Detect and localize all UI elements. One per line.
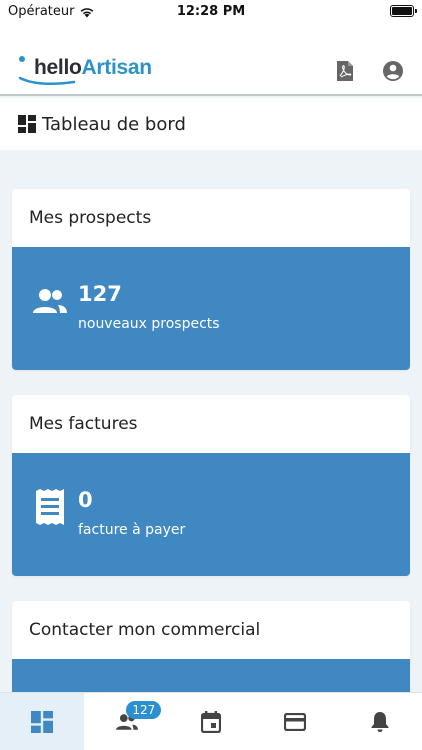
nav-payments[interactable] xyxy=(253,693,337,750)
invoices-count: 0 xyxy=(78,488,93,512)
nav-prospects[interactable]: 127 xyxy=(84,693,168,750)
card-title: Mes factures xyxy=(29,414,138,434)
logo-swoosh xyxy=(18,76,76,86)
account-button[interactable] xyxy=(380,58,406,84)
page-title: Tableau de bord xyxy=(42,113,186,135)
account-circle-icon xyxy=(383,61,403,81)
logo-artisan: Artisan xyxy=(81,56,153,79)
battery-icon xyxy=(390,5,417,17)
pdf-icon xyxy=(337,61,353,81)
invoices-card[interactable]: Mes factures 0 facture à payer xyxy=(12,395,410,576)
prospects-caption: nouveaux prospects xyxy=(78,316,220,332)
invoices-caption: facture à payer xyxy=(78,522,186,538)
status-bar: Opérateur 12:28 PM xyxy=(0,0,422,24)
prospects-count: 127 xyxy=(78,282,122,306)
pdf-button[interactable] xyxy=(332,58,358,84)
hello-artisan-logo[interactable]: helloArtisan xyxy=(16,54,153,86)
page-title-bar: Tableau de bord xyxy=(0,98,422,150)
calendar-icon xyxy=(201,710,222,733)
card-title: Mes prospects xyxy=(29,208,152,228)
prospects-summary[interactable]: 127 nouveaux prospects xyxy=(12,247,410,370)
bottom-nav: 127 xyxy=(0,692,422,750)
prospects-badge: 127 xyxy=(126,701,162,719)
app-header: helloArtisan xyxy=(0,24,422,96)
prospects-card[interactable]: Mes prospects 127 nouveaux prospects xyxy=(12,189,410,370)
dashboard-icon xyxy=(18,115,36,133)
status-time: 12:28 PM xyxy=(176,4,246,19)
invoices-summary[interactable]: 0 facture à payer xyxy=(12,453,410,576)
receipt-icon xyxy=(32,489,68,525)
nav-calendar[interactable] xyxy=(169,693,253,750)
card-title: Contacter mon commercial xyxy=(29,620,261,640)
bell-icon xyxy=(371,711,389,732)
nav-notifications[interactable] xyxy=(338,693,422,750)
nav-dashboard[interactable] xyxy=(0,693,85,750)
credit-card-icon xyxy=(284,712,307,731)
dashboard-icon xyxy=(31,710,54,733)
people-icon xyxy=(32,283,68,319)
